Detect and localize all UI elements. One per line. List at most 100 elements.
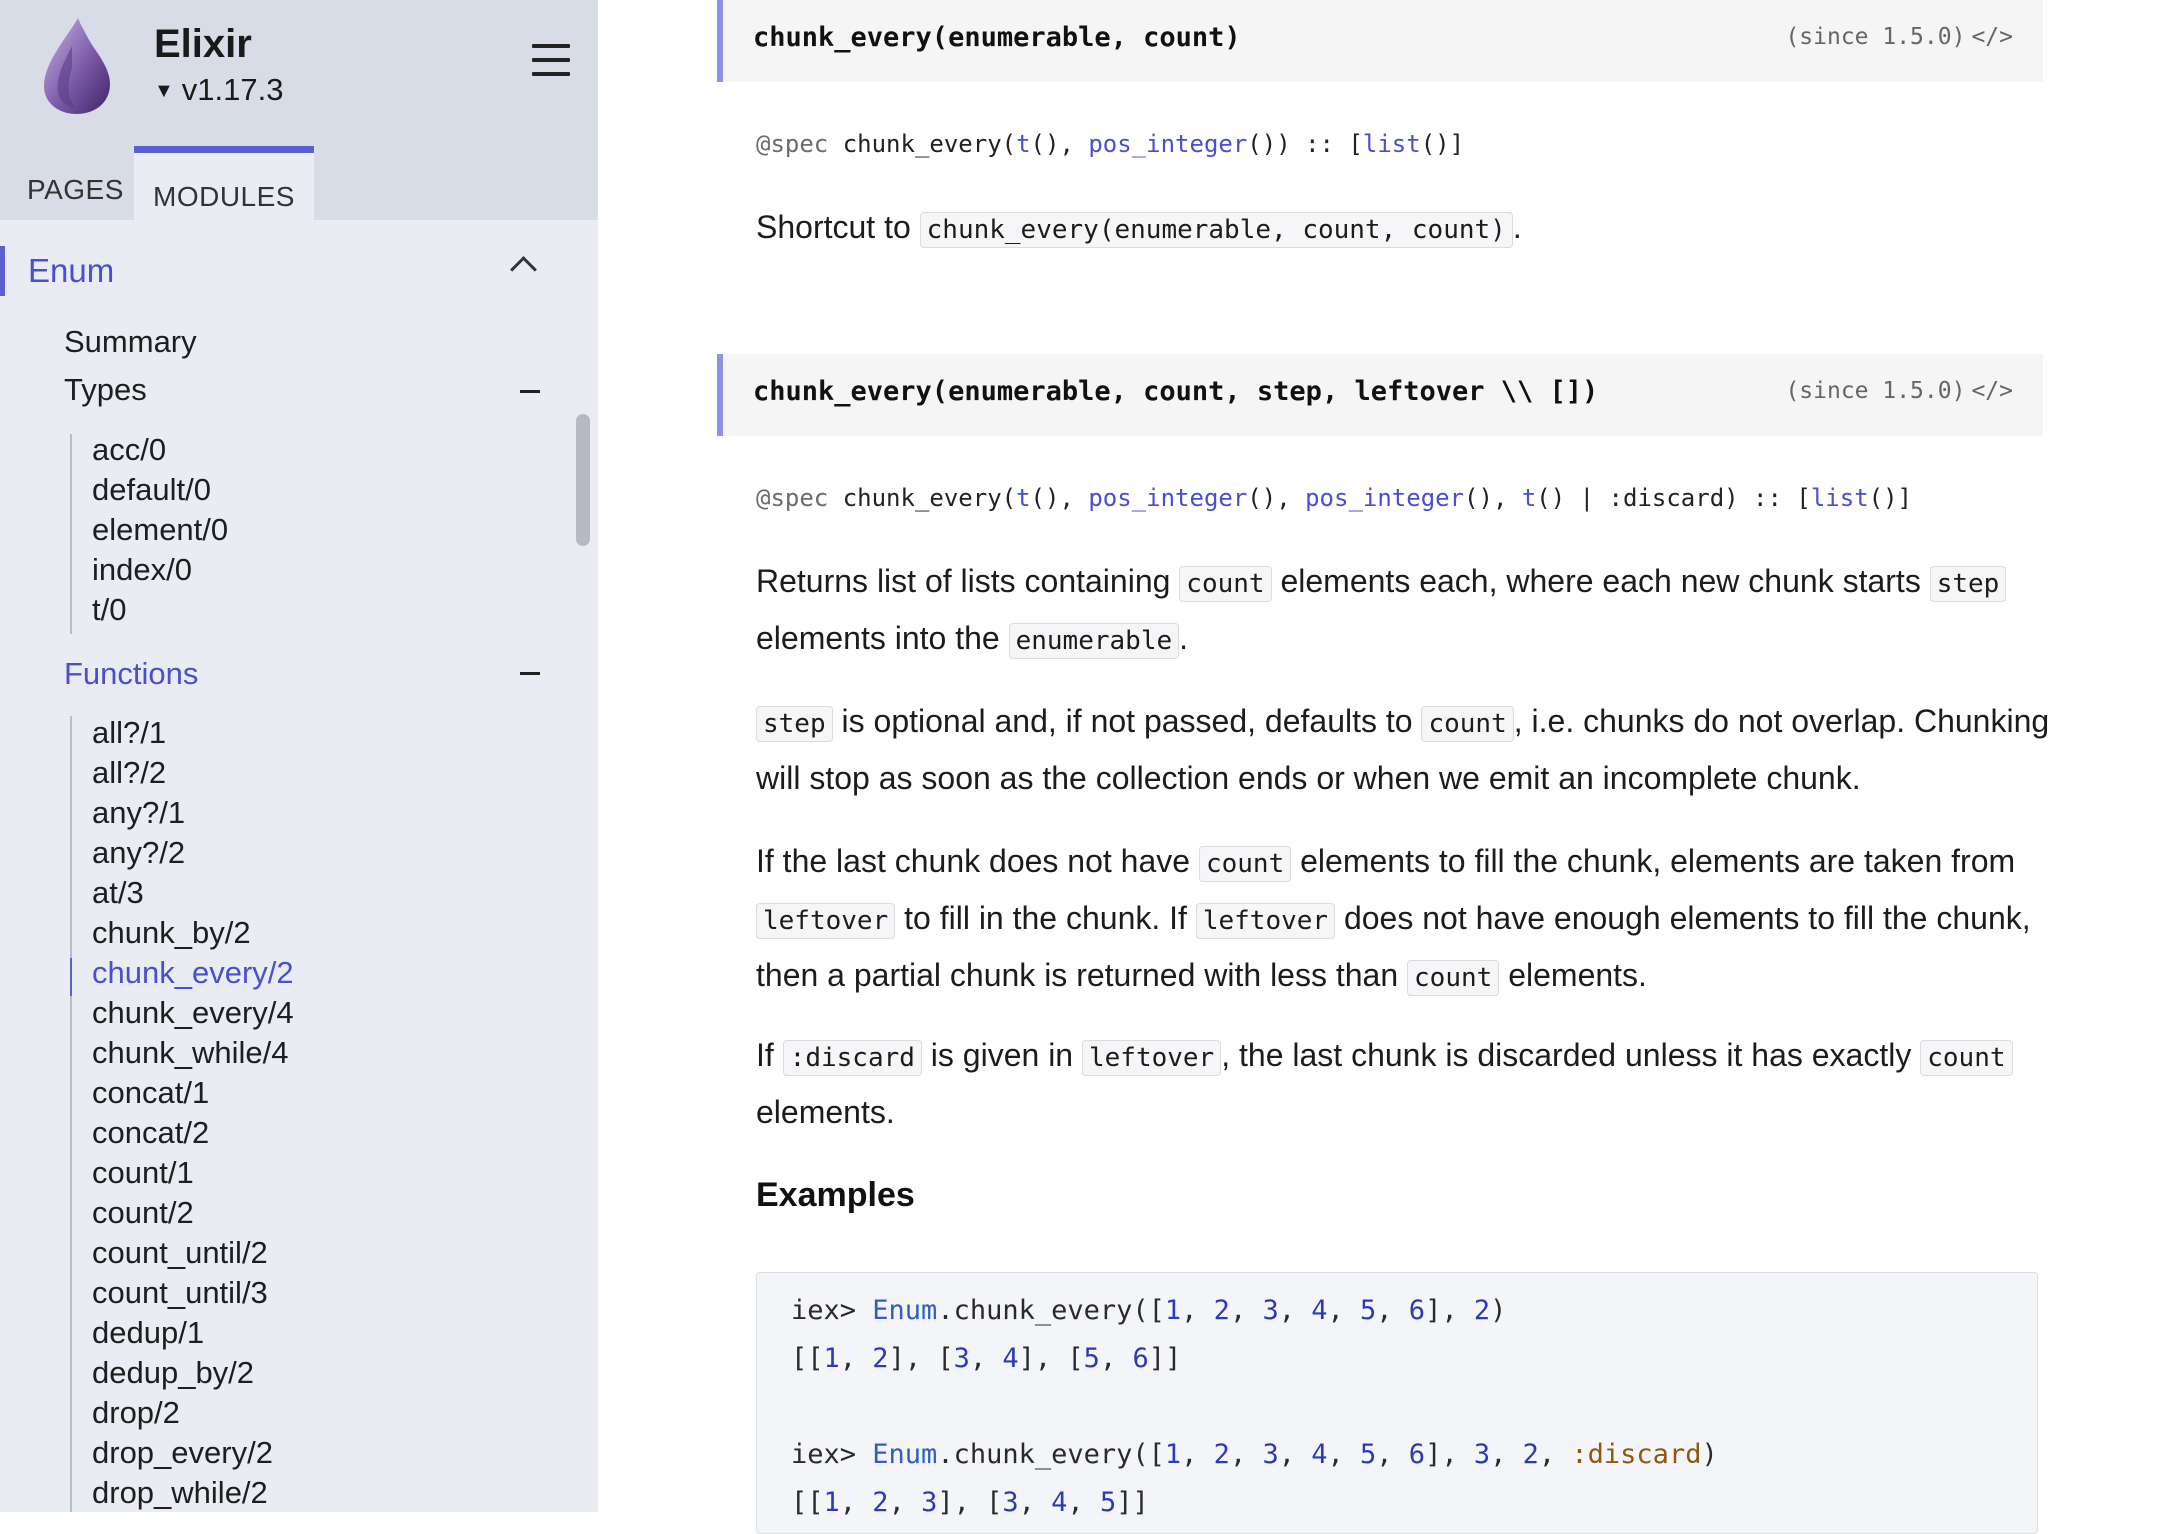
version-dropdown[interactable]: ▼ v1.17.3 (154, 72, 284, 108)
spec-text: chunk_every( (828, 130, 1017, 158)
minus-icon[interactable] (520, 390, 540, 393)
text: elements into the (756, 620, 1009, 656)
doc-paragraph: If the last chunk does not have count el… (756, 834, 2056, 1005)
hamburger-icon[interactable] (532, 44, 570, 78)
doc-paragraph: If :discard is given in leftover, the la… (756, 1028, 2056, 1139)
code-result: [[1, 2, 3], [3, 4, 5]] (791, 1487, 1149, 1518)
sidebar-function[interactable]: chunk_every/4 (92, 995, 294, 1031)
function-signature[interactable]: chunk_every(enumerable, count) (753, 22, 1241, 53)
spec-text: ()) :: [ (1247, 130, 1363, 158)
spec-text: (), (1464, 484, 1522, 512)
function-signature[interactable]: chunk_every(enumerable, count, step, lef… (753, 376, 1598, 407)
sidebar-function[interactable]: all?/1 (92, 715, 166, 751)
function-header: chunk_every(enumerable, count) (since 1.… (717, 0, 2043, 82)
type-link-pos-integer[interactable]: pos_integer (1305, 484, 1464, 512)
sidebar-function[interactable]: concat/1 (92, 1075, 209, 1111)
sidebar-function[interactable]: dedup/1 (92, 1315, 204, 1351)
sidebar-function[interactable]: count_until/3 (92, 1275, 268, 1311)
spec-text: ()] (1868, 484, 1912, 512)
text: . (1179, 620, 1189, 656)
spec-text: (), (1030, 484, 1089, 512)
sidebar: Elixir ▼ v1.17.3 PAGES MODULES Enum Summa… (0, 0, 598, 1512)
inline-code: count (1407, 960, 1500, 996)
type-link-pos-integer[interactable]: pos_integer (1088, 484, 1247, 512)
code-call: .chunk_every([ (937, 1439, 1165, 1470)
sidebar-type-t[interactable]: t/0 (92, 592, 126, 628)
text: is optional and, if not passed, defaults… (832, 703, 1422, 739)
sidebar-item-summary[interactable]: Summary (64, 324, 197, 360)
minus-icon[interactable] (520, 672, 540, 675)
sidebar-function[interactable]: drop_every/2 (92, 1435, 273, 1471)
sidebar-type-index[interactable]: index/0 (92, 552, 192, 588)
sidebar-item-functions[interactable]: Functions (64, 656, 198, 692)
doc-paragraph: Returns list of lists containing count e… (756, 554, 2056, 668)
sidebar-header: Elixir ▼ v1.17.3 PAGES MODULES (0, 0, 598, 227)
code-icon[interactable]: </> (1971, 24, 2013, 50)
sidebar-function[interactable]: any?/1 (92, 795, 185, 831)
text: elements each, where each new chunk star… (1271, 563, 1930, 599)
sidebar-function-active[interactable]: chunk_every/2 (92, 955, 294, 991)
sidebar-function[interactable]: count/1 (92, 1155, 194, 1191)
code-icon[interactable]: </> (1971, 378, 2013, 404)
sidebar-function[interactable]: chunk_while/4 (92, 1035, 288, 1071)
type-link-t[interactable]: t (1016, 484, 1030, 512)
code-line: iex> Enum.chunk_every([1, 2, 3, 4, 5, 6]… (791, 1295, 1507, 1326)
sidebar-function[interactable]: dedup_by/2 (92, 1355, 254, 1391)
type-link-list[interactable]: list (1811, 484, 1869, 512)
text: Returns list of lists containing (756, 563, 1180, 599)
inline-code: step (756, 706, 833, 742)
sidebar-scrollbar[interactable] (576, 414, 590, 546)
since-version: (since 1.5.0) </> (1785, 378, 2013, 404)
tab-pages[interactable]: PAGES (27, 174, 124, 240)
text: elements. (1499, 957, 1647, 993)
tab-modules[interactable]: MODULES (134, 146, 314, 227)
spec-text: () | :discard) :: [ (1536, 484, 1811, 512)
text: If the last chunk does not have (756, 843, 1199, 879)
text: , the last chunk is discarded unless it … (1221, 1037, 1921, 1073)
chevron-up-icon[interactable] (510, 256, 537, 283)
typespec: @spec chunk_every(t(), pos_integer(), po… (756, 484, 1912, 512)
sidebar-function[interactable]: any?/2 (92, 835, 185, 871)
sidebar-function[interactable]: all?/2 (92, 755, 166, 791)
typespec: @spec chunk_every(t(), pos_integer()) ::… (756, 130, 1464, 158)
sidebar-function[interactable]: concat/2 (92, 1115, 209, 1151)
type-link-t[interactable]: t (1522, 484, 1536, 512)
sidebar-type-element[interactable]: element/0 (92, 512, 228, 548)
type-link-list[interactable]: list (1363, 130, 1421, 158)
sidebar-type-acc[interactable]: acc/0 (92, 432, 166, 468)
inline-code: count (1421, 706, 1514, 742)
since-version: (since 1.5.0) </> (1785, 24, 2013, 50)
main-content: chunk_every(enumerable, count) (since 1.… (598, 0, 2158, 1534)
sidebar-function[interactable]: count_until/2 (92, 1235, 268, 1271)
type-link-t[interactable]: t (1016, 130, 1030, 158)
types-guide-line (70, 434, 72, 634)
spec-text: (), (1030, 130, 1089, 158)
sidebar-function[interactable]: drop_while/2 (92, 1475, 268, 1511)
inline-code: count (1198, 846, 1292, 882)
code-example-block: iex> Enum.chunk_every([1, 2, 3, 4, 5, 6]… (756, 1272, 2038, 1534)
doc-paragraph: step is optional and, if not passed, def… (756, 694, 2056, 805)
code-atom: :discard (1571, 1439, 1702, 1470)
sidebar-module-enum[interactable]: Enum (28, 252, 114, 290)
sidebar-function[interactable]: count/2 (92, 1195, 194, 1231)
elixir-logo (44, 18, 110, 114)
sidebar-type-default[interactable]: default/0 (92, 472, 211, 508)
text: Shortcut to (756, 209, 920, 245)
spec-keyword: @spec (756, 130, 829, 158)
sidebar-function[interactable]: at/3 (92, 875, 144, 911)
inline-code: step (1929, 566, 2007, 602)
code-line: iex> Enum.chunk_every([1, 2, 3, 4, 5, 6]… (791, 1439, 1718, 1470)
project-name[interactable]: Elixir (154, 22, 252, 67)
code-module: Enum (872, 1295, 938, 1326)
text: If (756, 1037, 783, 1073)
type-link-pos-integer[interactable]: pos_integer (1088, 130, 1247, 158)
active-function-marker (70, 958, 72, 996)
sidebar-function[interactable]: drop/2 (92, 1395, 180, 1431)
caret-down-icon: ▼ (154, 80, 174, 102)
inline-code: count (1920, 1040, 2013, 1076)
inline-code: leftover (1195, 903, 1336, 939)
spec-text: (), (1247, 484, 1306, 512)
sidebar-function[interactable]: chunk_by/2 (92, 915, 251, 951)
sidebar-item-types[interactable]: Types (64, 372, 147, 408)
code-prompt: iex> (791, 1295, 873, 1326)
